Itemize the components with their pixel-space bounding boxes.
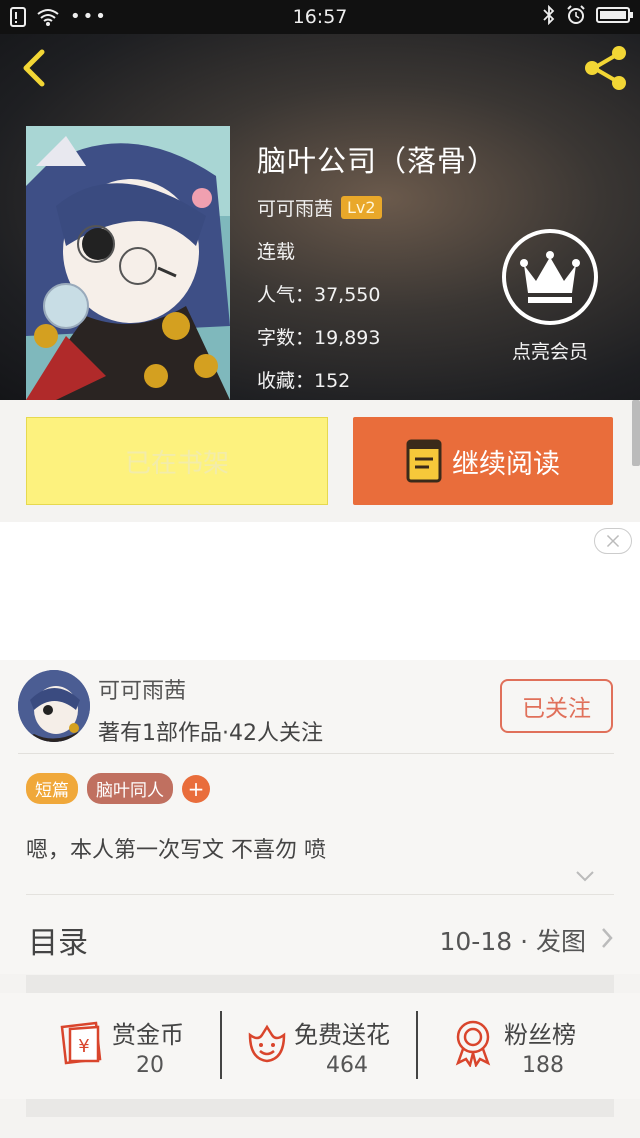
stat-coins[interactable]: ¥ 赏金币 20 xyxy=(56,1011,206,1081)
cover-illustration xyxy=(26,126,230,400)
divider xyxy=(18,753,614,754)
tag-fanfic[interactable]: 脑叶同人 xyxy=(87,773,173,804)
divider xyxy=(26,894,614,895)
book-author[interactable]: 可可雨茜 xyxy=(257,194,333,221)
continue-reading-button[interactable]: 继续阅读 xyxy=(353,417,613,505)
book-description: 嗯，本人第一次写文 不喜勿 喷 xyxy=(26,838,326,863)
action-bar: 已在书架 继续阅读 xyxy=(0,400,640,522)
book-cover[interactable] xyxy=(26,126,230,400)
popularity-count: 人气：37,550 xyxy=(257,284,381,306)
favorites-count: 收藏：152 xyxy=(257,370,351,392)
follow-button[interactable]: 已关注 xyxy=(500,679,613,733)
author-name[interactable]: 可可雨茜 xyxy=(98,673,186,705)
author-summary: 著有1部作品·42人关注 xyxy=(98,721,323,746)
avatar-illustration xyxy=(18,670,90,742)
stat-flowers-value: 464 xyxy=(326,1053,368,1078)
status-bar: ••• 16:57 xyxy=(0,0,640,34)
word-count: 字数：19,893 xyxy=(257,327,381,349)
vip-button[interactable]: 点亮会员 xyxy=(498,227,602,364)
share-button[interactable] xyxy=(580,42,632,94)
stat-fans-title: 粉丝榜 xyxy=(504,1021,576,1049)
medal-icon xyxy=(455,1020,491,1067)
red-envelope-icon: ¥ xyxy=(60,1021,102,1065)
section-separator xyxy=(26,1099,614,1117)
on-shelf-button[interactable]: 已在书架 xyxy=(26,417,328,505)
book-title: 脑叶公司（落骨） xyxy=(257,144,498,178)
chevron-right-icon[interactable] xyxy=(600,926,614,950)
on-shelf-label: 已在书架 xyxy=(124,448,229,479)
author-card: 可可雨茜 著有1部作品·42人关注 已关注 短篇 脑叶同人 + 嗯，本人第一次写… xyxy=(0,660,640,974)
stat-flowers-title: 免费送花 xyxy=(294,1021,390,1049)
reward-stats: ¥ 赏金币 20 免费送花 464 粉丝榜 188 xyxy=(0,993,640,1099)
stat-fans[interactable]: 粉丝榜 188 xyxy=(448,1011,598,1081)
ad-area xyxy=(0,522,640,660)
ad-close-button[interactable] xyxy=(594,528,632,554)
book-header: 脑叶公司（落骨） 可可雨茜 Lv2 连载 人气：37,550 字数：19,893… xyxy=(0,34,640,400)
book-author-line: 可可雨茜 Lv2 xyxy=(257,194,382,221)
back-button[interactable] xyxy=(14,46,54,90)
crown-icon xyxy=(502,229,598,325)
add-tag-button[interactable]: + xyxy=(182,774,210,803)
author-level-badge: Lv2 xyxy=(341,196,382,219)
svg-text:¥: ¥ xyxy=(78,1036,89,1057)
stat-divider xyxy=(220,1011,222,1079)
stat-coins-value: 20 xyxy=(136,1053,164,1078)
author-avatar[interactable] xyxy=(18,670,90,742)
expand-chevron-icon[interactable] xyxy=(574,868,596,884)
battery-icon xyxy=(596,7,633,23)
section-separator xyxy=(26,975,614,993)
vip-label: 点亮会员 xyxy=(511,341,588,363)
stat-coins-title: 赏金币 xyxy=(112,1021,184,1049)
stat-divider xyxy=(416,1011,418,1079)
bluetooth-icon xyxy=(543,5,555,25)
stat-fans-value: 188 xyxy=(522,1053,564,1078)
tag-list: 短篇 脑叶同人 + xyxy=(26,773,210,804)
tag-short-story[interactable]: 短篇 xyxy=(26,773,78,804)
scrollbar[interactable] xyxy=(632,400,640,466)
alarm-icon xyxy=(567,5,585,24)
stat-flowers[interactable]: 免费送花 464 xyxy=(242,1011,412,1081)
book-icon xyxy=(406,439,442,483)
toc-label[interactable]: 目录 xyxy=(28,918,88,962)
serial-status: 连载 xyxy=(257,241,296,263)
follow-label: 已关注 xyxy=(522,696,591,722)
continue-reading-label: 继续阅读 xyxy=(452,448,560,480)
flower-icon xyxy=(248,1024,286,1063)
toc-latest-chapter[interactable]: 10-18 · 发图 xyxy=(440,922,587,958)
